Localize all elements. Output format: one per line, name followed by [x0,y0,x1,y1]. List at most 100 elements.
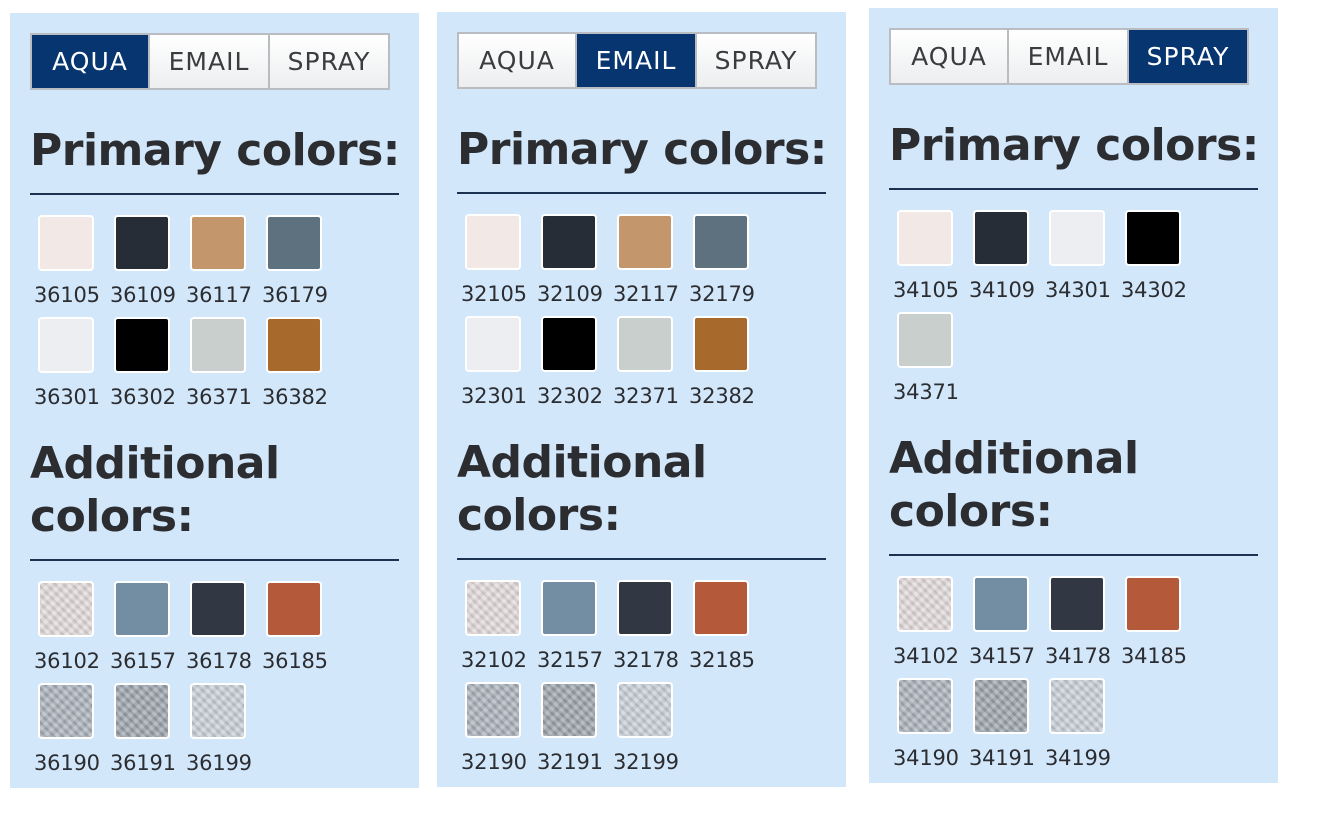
color-swatch[interactable]: 36178 [186,581,262,683]
tab-email[interactable]: EMAIL [1009,28,1129,85]
tab-spray[interactable]: SPRAY [697,32,817,89]
color-swatch[interactable]: 36117 [186,215,262,317]
color-swatch[interactable]: 32302 [537,316,613,418]
color-swatch[interactable]: 36301 [34,317,110,419]
color-swatch[interactable]: 36382 [262,317,338,419]
swatch-chip[interactable] [114,215,170,271]
color-swatch[interactable]: 32105 [461,214,537,316]
color-swatch[interactable]: 34199 [1045,678,1121,780]
swatch-chip[interactable] [541,682,597,738]
swatch-chip[interactable] [114,683,170,739]
color-swatch[interactable]: 36199 [186,683,262,785]
swatch-chip[interactable] [465,214,521,270]
swatch-chip[interactable] [266,215,322,271]
swatch-code: 32185 [689,648,755,672]
swatch-chip[interactable] [114,581,170,637]
color-swatch[interactable]: 34102 [893,576,969,678]
color-swatch[interactable]: 34109 [969,210,1045,312]
color-swatch[interactable]: 34157 [969,576,1045,678]
color-swatch[interactable]: 32109 [537,214,613,316]
swatch-chip[interactable] [465,580,521,636]
color-swatch[interactable]: 34371 [893,312,969,414]
swatch-chip[interactable] [541,214,597,270]
swatch-chip[interactable] [693,316,749,372]
color-swatch[interactable]: 34178 [1045,576,1121,678]
tab-spray[interactable]: SPRAY [270,33,390,90]
swatch-code: 36190 [34,751,100,775]
swatch-chip[interactable] [693,580,749,636]
tab-aqua[interactable]: AQUA [889,28,1009,85]
swatch-chip[interactable] [973,210,1029,266]
color-swatch[interactable]: 32190 [461,682,537,784]
swatch-chip[interactable] [38,581,94,637]
color-swatch[interactable]: 34302 [1121,210,1197,312]
tab-aqua[interactable]: AQUA [30,33,150,90]
swatch-chip[interactable] [266,317,322,373]
swatch-chip[interactable] [617,682,673,738]
swatch-chip[interactable] [973,576,1029,632]
swatch-chip[interactable] [897,312,953,368]
color-swatch[interactable]: 34185 [1121,576,1197,678]
color-swatch[interactable]: 34191 [969,678,1045,780]
swatch-chip[interactable] [465,682,521,738]
swatch-chip[interactable] [114,317,170,373]
swatch-chip[interactable] [1049,678,1105,734]
color-swatch[interactable]: 32191 [537,682,613,784]
color-swatch[interactable]: 36109 [110,215,186,317]
color-swatch[interactable]: 34190 [893,678,969,780]
swatch-chip[interactable] [38,683,94,739]
color-swatch[interactable]: 32371 [613,316,689,418]
color-swatch[interactable]: 32179 [689,214,765,316]
color-swatch[interactable]: 36179 [262,215,338,317]
swatch-code: 36178 [186,649,252,673]
primary-colors-heading: Primary colors: [889,120,1259,171]
color-swatch[interactable]: 32199 [613,682,689,784]
swatch-chip[interactable] [897,210,953,266]
swatch-chip[interactable] [1049,576,1105,632]
swatch-chip[interactable] [973,678,1029,734]
color-swatch[interactable]: 36102 [34,581,110,683]
color-swatch[interactable]: 32102 [461,580,537,682]
swatch-chip[interactable] [693,214,749,270]
color-swatch[interactable]: 36105 [34,215,110,317]
swatch-chip[interactable] [541,316,597,372]
tab-spray[interactable]: SPRAY [1129,28,1249,85]
swatch-code: 36157 [110,649,176,673]
color-swatch[interactable]: 36185 [262,581,338,683]
color-swatch[interactable]: 36302 [110,317,186,419]
color-swatch[interactable]: 34301 [1045,210,1121,312]
color-swatch[interactable]: 34105 [893,210,969,312]
swatch-chip[interactable] [190,317,246,373]
color-swatch[interactable]: 32157 [537,580,613,682]
tab-email[interactable]: EMAIL [150,33,270,90]
color-swatch[interactable]: 36191 [110,683,186,785]
color-swatch[interactable]: 32185 [689,580,765,682]
swatch-chip[interactable] [897,678,953,734]
swatch-chip[interactable] [190,683,246,739]
swatch-chip[interactable] [541,580,597,636]
color-swatch[interactable]: 32117 [613,214,689,316]
additional-colors-heading: Additional colors: [457,437,707,541]
color-swatch[interactable]: 32382 [689,316,765,418]
swatch-chip[interactable] [617,316,673,372]
color-swatch[interactable]: 32178 [613,580,689,682]
color-swatch[interactable]: 36371 [186,317,262,419]
swatch-chip[interactable] [38,317,94,373]
swatch-chip[interactable] [617,580,673,636]
tab-aqua[interactable]: AQUA [457,32,577,89]
tab-email[interactable]: EMAIL [577,32,697,89]
color-swatch[interactable]: 36190 [34,683,110,785]
swatch-chip[interactable] [38,215,94,271]
swatch-chip[interactable] [897,576,953,632]
swatch-chip[interactable] [465,316,521,372]
swatch-chip[interactable] [190,581,246,637]
color-swatch[interactable]: 32301 [461,316,537,418]
swatch-chip[interactable] [266,581,322,637]
swatch-chip[interactable] [1125,576,1181,632]
swatch-chip[interactable] [1125,210,1181,266]
swatch-chip[interactable] [1049,210,1105,266]
finish-tabs: AQUA EMAIL SPRAY [30,33,390,90]
color-swatch[interactable]: 36157 [110,581,186,683]
swatch-chip[interactable] [190,215,246,271]
swatch-chip[interactable] [617,214,673,270]
